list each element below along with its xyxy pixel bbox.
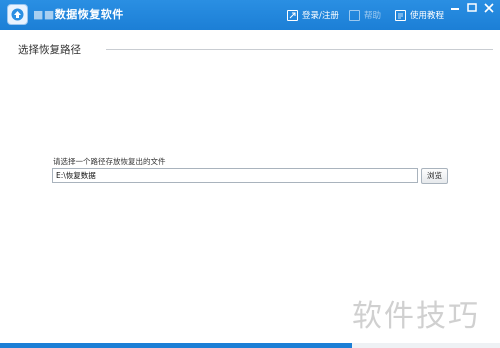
login-register-button[interactable]: 登录/注册 — [287, 7, 339, 23]
login-icon — [287, 9, 298, 21]
document-icon — [395, 9, 406, 21]
bottom-progress-bar — [0, 343, 352, 348]
browse-button[interactable]: 浏览 — [421, 168, 448, 184]
recovery-path-input[interactable] — [52, 168, 418, 183]
app-title-prefix: ■■ — [33, 8, 55, 21]
help-button[interactable]: 帮助 — [349, 7, 381, 23]
login-register-label: 登录/注册 — [302, 11, 339, 21]
minimize-button[interactable] — [447, 1, 463, 15]
tutorial-label: 使用教程 — [410, 11, 445, 21]
path-field-caption: 请选择一个路径存放恢复出的文件 — [53, 157, 166, 166]
maximize-icon — [467, 3, 477, 12]
tutorial-button[interactable]: 使用教程 — [395, 7, 444, 23]
help-icon — [349, 9, 360, 21]
watermark-text: 软件技巧 — [352, 299, 480, 334]
bottom-bar-remainder — [352, 343, 500, 348]
maximize-button[interactable] — [464, 1, 480, 15]
section-divider — [106, 49, 493, 50]
help-label: 帮助 — [364, 11, 382, 21]
close-button[interactable] — [481, 1, 497, 15]
close-icon — [484, 3, 494, 13]
app-title-text: 数据恢复软件 — [54, 8, 124, 21]
app-title: ■■数据恢复软件 — [33, 7, 124, 23]
section-title: 选择恢复路径 — [18, 44, 81, 56]
title-bar: ■■数据恢复软件 登录/注册 帮助 使用教程 — [0, 0, 500, 30]
minimize-icon — [451, 8, 459, 10]
app-logo-icon — [7, 4, 28, 25]
